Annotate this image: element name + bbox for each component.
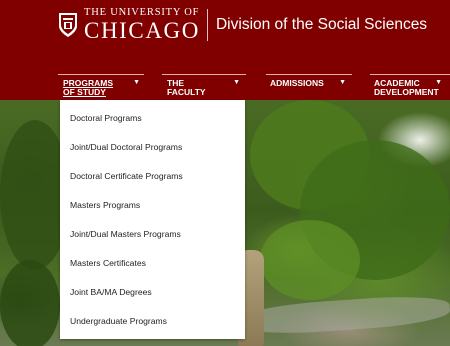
dropdown-item-joint-dual-doctoral[interactable]: Joint/Dual Doctoral Programs [70, 142, 182, 152]
dropdown-item-joint-dual-masters[interactable]: Joint/Dual Masters Programs [70, 229, 181, 239]
dropdown-item-doctoral-certificate[interactable]: Doctoral Certificate Programs [70, 171, 183, 181]
programs-dropdown-menu: Doctoral Programs Joint/Dual Doctoral Pr… [60, 100, 245, 339]
nav-academic-development[interactable]: ACADEMIC DEVELOPMENT ▼ [370, 74, 450, 100]
nav-admissions[interactable]: ADMISSIONS ▼ [266, 74, 352, 100]
nav-the-faculty[interactable]: THE FACULTY ▼ [162, 74, 246, 100]
chevron-down-icon: ▼ [133, 79, 140, 86]
nav-label: PROGRAMS OF STUDY [63, 78, 114, 97]
chevron-down-icon: ▼ [233, 79, 240, 86]
main-nav: PROGRAMS OF STUDY ▼ THE FACULTY ▼ ADMISSIO… [0, 74, 450, 100]
dropdown-item-masters-certificates[interactable]: Masters Certificates [70, 258, 146, 268]
dropdown-item-joint-ba-ma[interactable]: Joint BA/MA Degrees [70, 287, 152, 297]
university-logo[interactable]: THE UNIVERSITY OF CHICAGO Division of th… [58, 6, 427, 44]
chevron-down-icon: ▼ [339, 79, 346, 86]
brand-divider [206, 9, 208, 41]
division-title[interactable]: Division of the Social Sciences [216, 16, 427, 34]
site-header: THE UNIVERSITY OF CHICAGO Division of th… [0, 0, 450, 100]
university-shield-icon [58, 12, 78, 38]
garden-path [239, 292, 450, 338]
nav-programs-of-study[interactable]: PROGRAMS OF STUDY ▼ [58, 74, 144, 100]
university-name-bottom: CHICAGO [84, 18, 200, 44]
dropdown-item-masters-programs[interactable]: Masters Programs [70, 200, 140, 210]
chevron-down-icon: ▼ [435, 79, 442, 86]
university-name-top: THE UNIVERSITY OF [84, 6, 200, 18]
dropdown-item-undergraduate[interactable]: Undergraduate Programs [70, 316, 167, 326]
dropdown-item-doctoral-programs[interactable]: Doctoral Programs [70, 113, 142, 123]
